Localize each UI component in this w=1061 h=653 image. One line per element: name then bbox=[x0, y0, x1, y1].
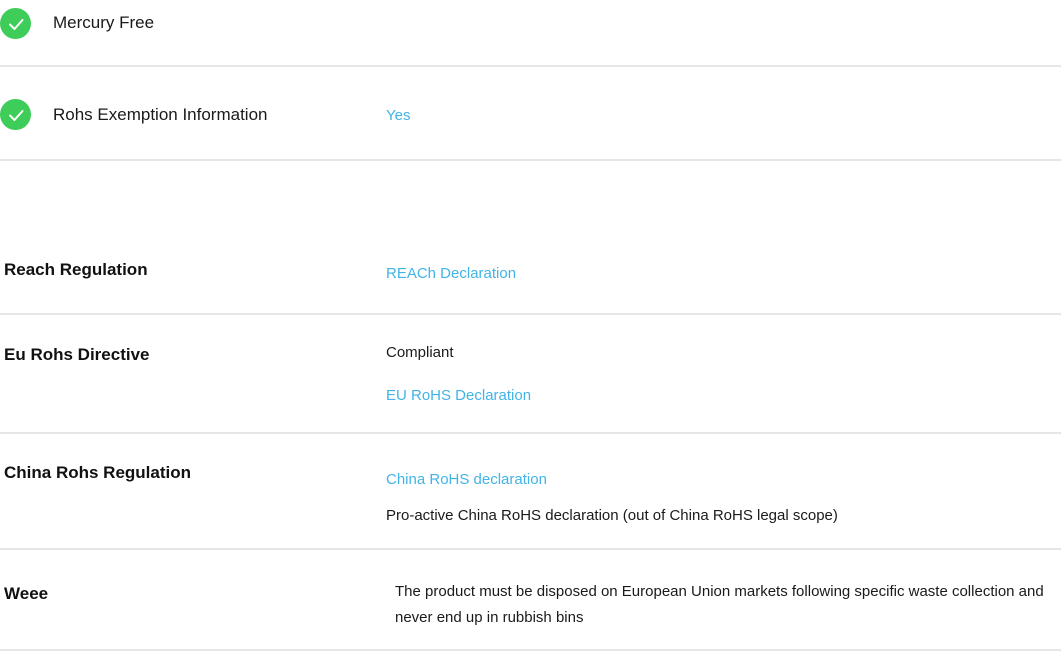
rohs-exemption-value-link[interactable]: Yes bbox=[386, 107, 410, 124]
divider bbox=[0, 649, 1061, 651]
divider bbox=[0, 432, 1061, 434]
china-rohs-regulation-label: China Rohs Regulation bbox=[4, 463, 191, 482]
divider bbox=[0, 65, 1061, 67]
check-circle-icon bbox=[0, 99, 31, 130]
rohs-exemption-label: Rohs Exemption Information bbox=[53, 105, 268, 124]
china-rohs-note: Pro-active China RoHS declaration (out o… bbox=[386, 507, 838, 524]
divider bbox=[0, 548, 1061, 550]
china-rohs-declaration-link[interactable]: China RoHS declaration bbox=[386, 471, 547, 488]
eu-rohs-declaration-link[interactable]: EU RoHS Declaration bbox=[386, 387, 531, 404]
mercury-free-label: Mercury Free bbox=[53, 13, 155, 32]
reach-regulation-label: Reach Regulation bbox=[4, 260, 148, 279]
divider bbox=[0, 313, 1061, 315]
reach-declaration-link[interactable]: REACh Declaration bbox=[386, 265, 516, 282]
eu-rohs-status: Compliant bbox=[386, 344, 454, 361]
weee-label: Weee bbox=[4, 584, 49, 603]
weee-disposal-text: The product must be disposed on European… bbox=[395, 583, 1044, 626]
eu-rohs-directive-label: Eu Rohs Directive bbox=[4, 345, 150, 364]
check-circle-icon bbox=[0, 8, 31, 39]
divider bbox=[0, 159, 1061, 161]
